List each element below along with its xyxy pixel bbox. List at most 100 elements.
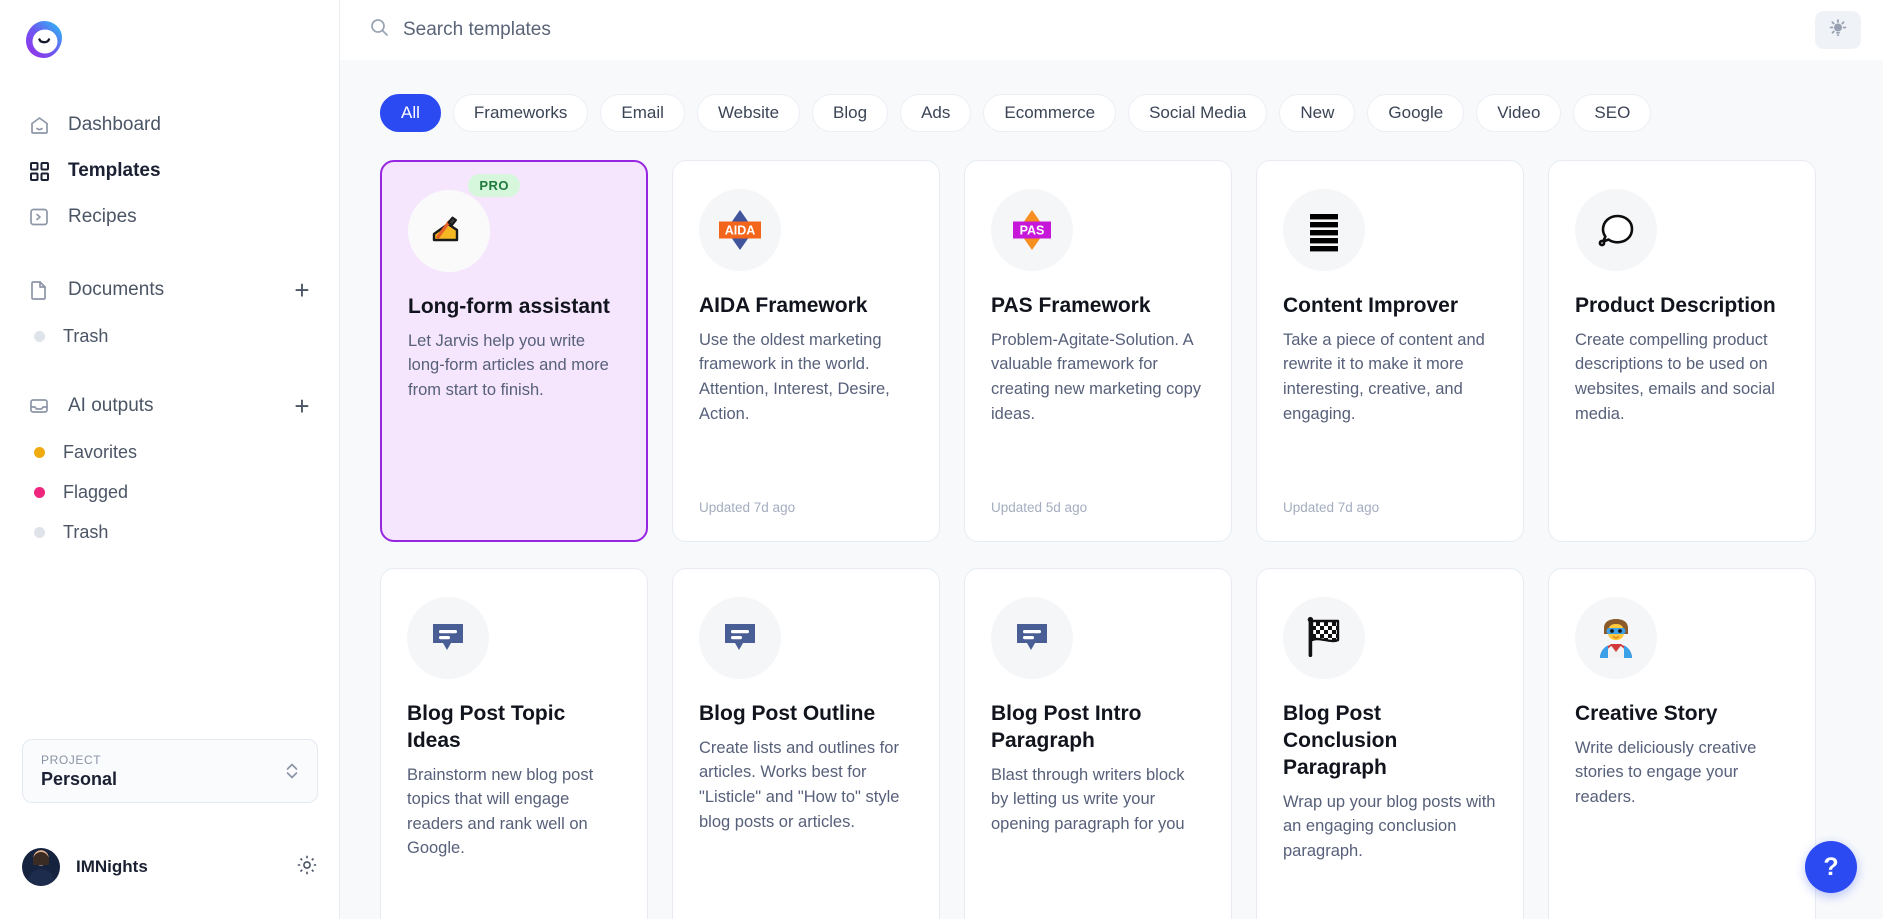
template-updated: Updated 5d ago xyxy=(991,482,1205,515)
sidebar-item-favorites[interactable]: Favorites xyxy=(0,432,339,472)
status-dot xyxy=(34,487,45,498)
template-card-content-improver[interactable]: Content Improver Take a piece of content… xyxy=(1256,160,1524,542)
terminal-icon xyxy=(28,206,50,228)
template-description: Blast through writers block by letting u… xyxy=(991,763,1205,837)
stacked-lines-icon xyxy=(1283,189,1365,271)
sidebar-item-label: Trash xyxy=(63,326,108,347)
template-title: Blog Post Topic Ideas xyxy=(407,701,621,755)
filter-pill-seo[interactable]: SEO xyxy=(1573,94,1651,132)
filter-pill-email[interactable]: Email xyxy=(600,94,685,132)
sidebar-item-recipes[interactable]: Recipes xyxy=(0,194,339,240)
sidebar-section-ai-outputs[interactable]: AI outputs + xyxy=(0,380,339,432)
sidebar-item-dashboard[interactable]: Dashboard xyxy=(0,102,339,148)
logo-wrap[interactable] xyxy=(0,0,339,62)
template-card-blog-post-topic-ideas[interactable]: Blog Post Topic Ideas Brainstorm new blo… xyxy=(380,568,648,919)
svg-text:AIDA: AIDA xyxy=(725,223,756,237)
pas-diamond-icon: PAS xyxy=(991,189,1073,271)
checkered-flag-icon xyxy=(1283,597,1365,679)
sidebar-section-label: AI outputs xyxy=(68,395,154,417)
template-description: Write deliciously creative stories to en… xyxy=(1575,736,1789,810)
grid-icon xyxy=(28,160,50,182)
sidebar: Dashboard Templates Recipes Documents xyxy=(0,0,340,919)
filter-pill-google[interactable]: Google xyxy=(1367,94,1464,132)
filter-pill-social-media[interactable]: Social Media xyxy=(1128,94,1267,132)
pro-badge: PRO xyxy=(468,174,520,197)
inbox-icon xyxy=(28,395,50,417)
add-document-button[interactable]: + xyxy=(289,277,315,303)
filter-pill-new[interactable]: New xyxy=(1279,94,1355,132)
project-label: PROJECT xyxy=(41,751,117,769)
template-description: Create compelling product descriptions t… xyxy=(1575,328,1789,426)
filter-pill-ads[interactable]: Ads xyxy=(900,94,971,132)
template-description: Brainstorm new blog post topics that wil… xyxy=(407,763,621,861)
sidebar-section-documents[interactable]: Documents + xyxy=(0,264,339,316)
sidebar-item-label: Trash xyxy=(63,522,108,543)
template-title: PAS Framework xyxy=(991,293,1205,320)
filter-pill-website[interactable]: Website xyxy=(697,94,800,132)
sidebar-item-ai-trash[interactable]: Trash xyxy=(0,512,339,552)
gear-icon[interactable] xyxy=(296,854,318,881)
main-area: All Frameworks Email Website Blog Ads Ec… xyxy=(340,0,1883,919)
thought-bubble-icon xyxy=(1575,189,1657,271)
template-title: Long-form assistant xyxy=(408,294,620,321)
document-icon xyxy=(28,279,50,301)
primary-nav: Dashboard Templates Recipes Documents xyxy=(0,102,339,552)
speech-bubble-icon xyxy=(407,597,489,679)
sidebar-item-templates[interactable]: Templates xyxy=(0,148,339,194)
template-updated: Updated 7d ago xyxy=(1283,482,1497,515)
idea-button[interactable] xyxy=(1815,11,1861,49)
sidebar-item-label: Dashboard xyxy=(68,114,161,136)
template-description: Problem-Agitate-Solution. A valuable fra… xyxy=(991,328,1205,426)
topbar xyxy=(340,0,1883,60)
filter-pill-video[interactable]: Video xyxy=(1476,94,1561,132)
sidebar-item-label: Flagged xyxy=(63,482,128,503)
status-dot xyxy=(34,527,45,538)
template-title: Content Improver xyxy=(1283,293,1497,320)
template-description: Take a piece of content and rewrite it t… xyxy=(1283,328,1497,426)
status-dot xyxy=(34,331,45,342)
status-dot xyxy=(34,447,45,458)
template-card-blog-post-intro-paragraph[interactable]: Blog Post Intro Paragraph Blast through … xyxy=(964,568,1232,919)
svg-text:PAS: PAS xyxy=(1020,223,1045,237)
template-card-creative-story[interactable]: Creative Story Write deliciously creativ… xyxy=(1548,568,1816,919)
project-value: Personal xyxy=(41,769,117,791)
aida-diamond-icon: AIDA xyxy=(699,189,781,271)
sidebar-item-label: Templates xyxy=(68,160,161,182)
template-card-product-description[interactable]: Product Description Create compelling pr… xyxy=(1548,160,1816,542)
templates-content: All Frameworks Email Website Blog Ads Ec… xyxy=(340,60,1883,919)
sidebar-item-documents-trash[interactable]: Trash xyxy=(0,316,339,356)
jarvis-blob-logo-icon xyxy=(22,18,66,62)
search-wrap xyxy=(370,12,1815,48)
template-card-pas-framework[interactable]: PAS PAS Framework Problem-Agitate-Soluti… xyxy=(964,160,1232,542)
user-name: IMNights xyxy=(76,857,148,877)
template-grid-row-2: Blog Post Topic Ideas Brainstorm new blo… xyxy=(340,568,1883,919)
lightbulb-icon xyxy=(1827,18,1849,43)
template-card-blog-post-outline[interactable]: Blog Post Outline Create lists and outli… xyxy=(672,568,940,919)
user-row[interactable]: IMNights xyxy=(22,843,318,891)
help-button[interactable]: ? xyxy=(1805,841,1857,893)
avatar xyxy=(22,848,60,886)
template-card-aida-framework[interactable]: AIDA AIDA Framework Use the oldest marke… xyxy=(672,160,940,542)
template-updated: Updated 7d ago xyxy=(699,482,913,515)
speech-bubble-icon xyxy=(991,597,1073,679)
template-title: Blog Post Intro Paragraph xyxy=(991,701,1205,755)
superhero-icon xyxy=(1575,597,1657,679)
sidebar-item-label: Recipes xyxy=(68,206,137,228)
template-title: Product Description xyxy=(1575,293,1789,320)
template-title: Blog Post Outline xyxy=(699,701,913,728)
add-ai-output-button[interactable]: + xyxy=(289,393,315,419)
filter-pill-frameworks[interactable]: Frameworks xyxy=(453,94,589,132)
template-grid-row-1: PRO Long-form assistant Let Jarvis help … xyxy=(340,160,1883,542)
home-icon xyxy=(28,114,50,136)
hand-writing-icon: PRO xyxy=(408,190,490,272)
sidebar-section-label: Documents xyxy=(68,279,164,301)
template-description: Create lists and outlines for articles. … xyxy=(699,736,913,834)
filter-pill-blog[interactable]: Blog xyxy=(812,94,888,132)
project-selector[interactable]: PROJECT Personal xyxy=(22,739,318,803)
filter-pill-all[interactable]: All xyxy=(380,94,441,132)
template-card-long-form-assistant[interactable]: PRO Long-form assistant Let Jarvis help … xyxy=(380,160,648,542)
search-input[interactable] xyxy=(403,12,923,48)
filter-pill-ecommerce[interactable]: Ecommerce xyxy=(983,94,1116,132)
sidebar-item-flagged[interactable]: Flagged xyxy=(0,472,339,512)
template-card-blog-post-conclusion-paragraph[interactable]: Blog Post Conclusion Paragraph Wrap up y… xyxy=(1256,568,1524,919)
